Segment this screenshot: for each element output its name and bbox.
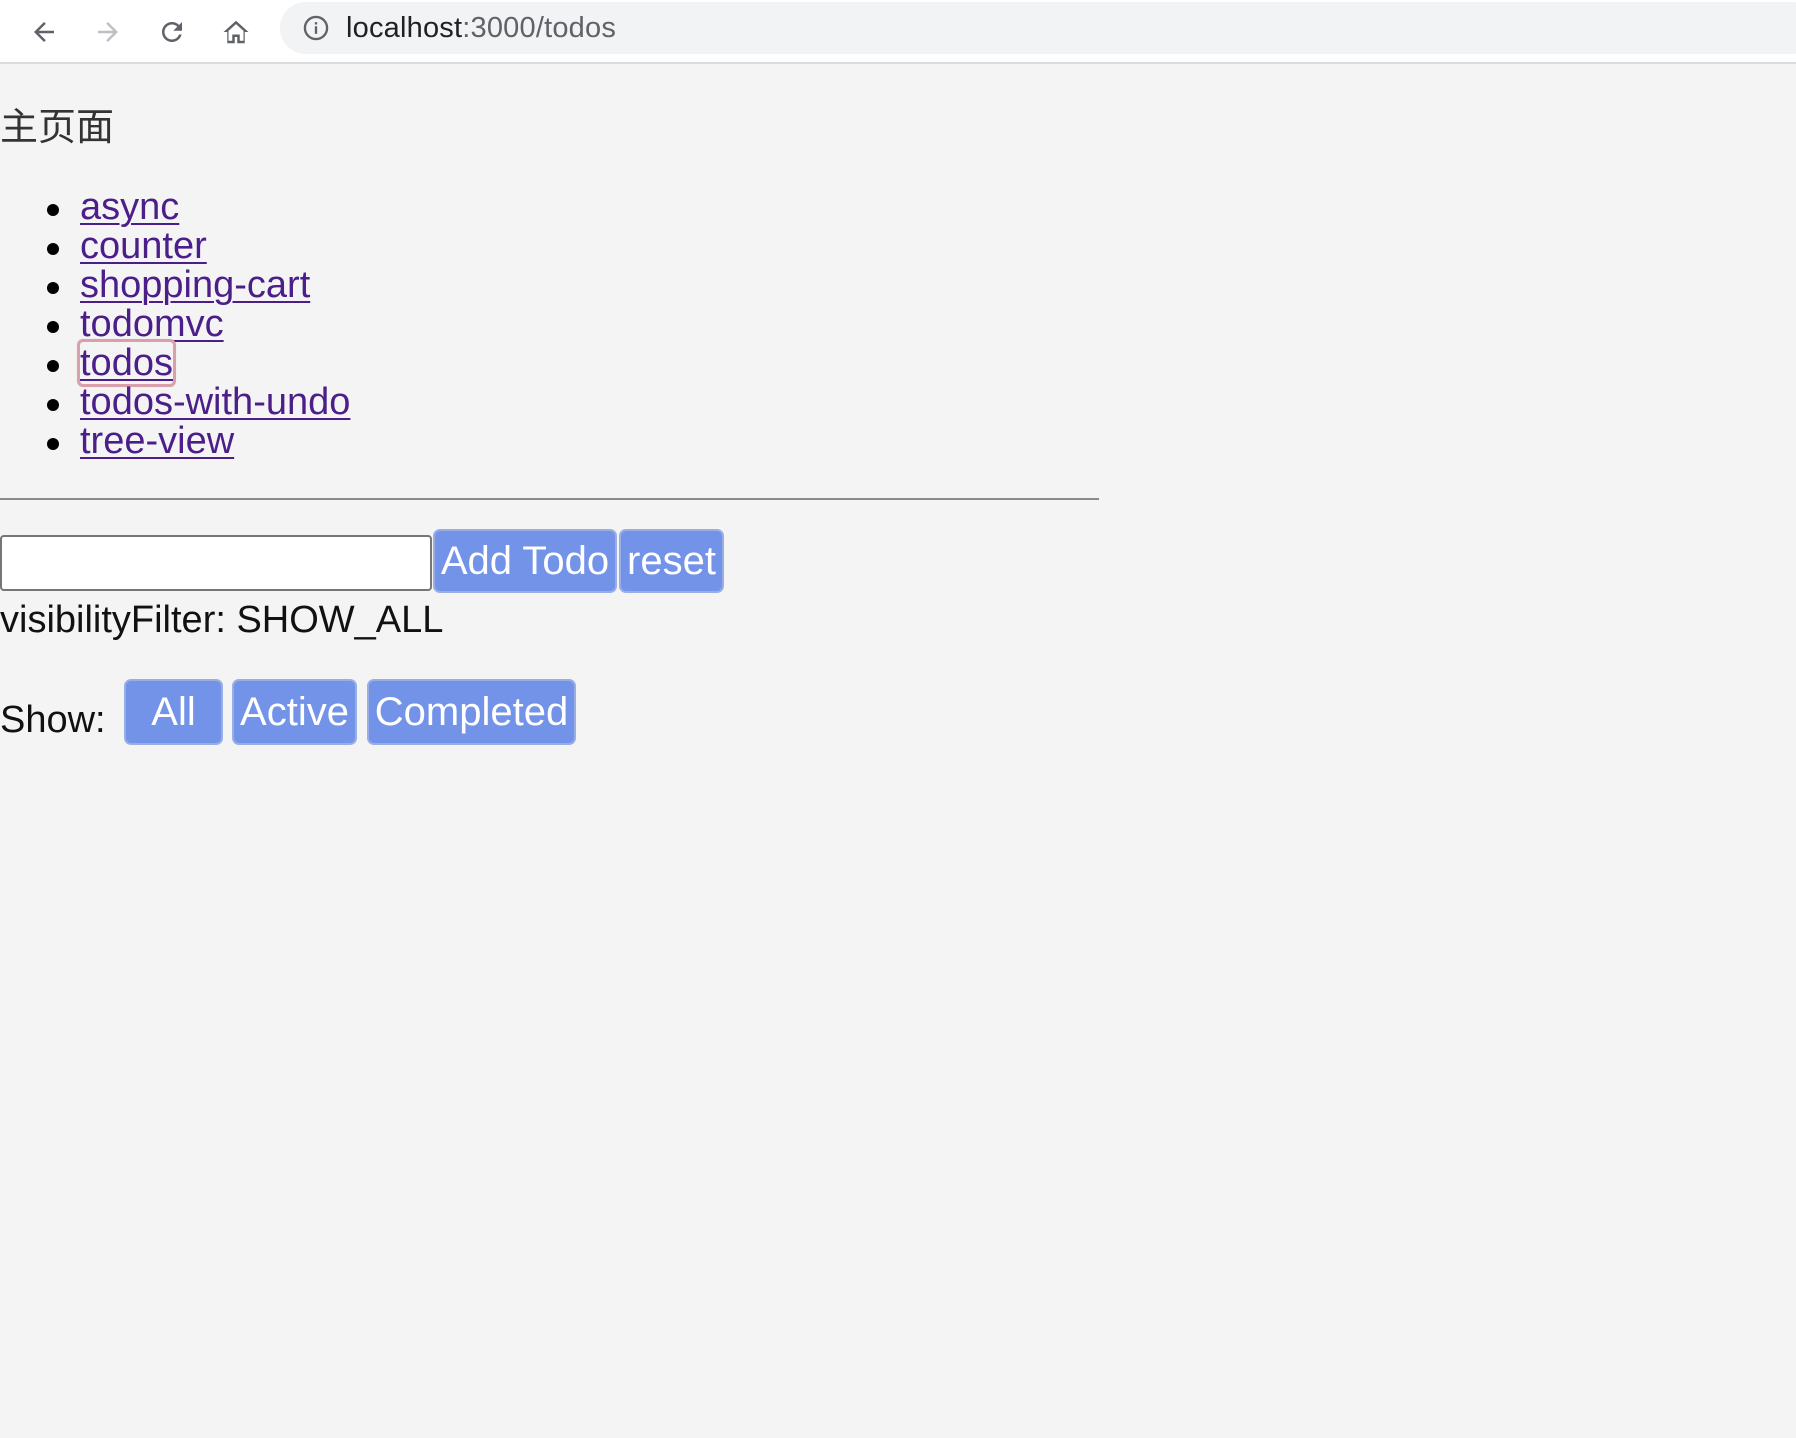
todo-input[interactable]: [0, 535, 432, 591]
url-path: :3000/todos: [462, 11, 617, 44]
filter-all-button[interactable]: All: [124, 679, 223, 745]
nav-link-tree-view[interactable]: tree-view: [80, 420, 234, 462]
nav-link-todos[interactable]: todos: [77, 339, 176, 387]
list-item: shopping-cart: [46, 264, 350, 306]
browser-toolbar: localhost:3000/todos: [0, 0, 1796, 64]
reload-icon: [162, 22, 182, 42]
nav-link-async[interactable]: async: [80, 186, 179, 228]
arrow-left-icon: [34, 22, 54, 42]
filter-completed-button[interactable]: Completed: [367, 679, 576, 745]
home-button[interactable]: [212, 8, 260, 56]
list-item: counter: [46, 225, 350, 267]
forward-button[interactable]: [84, 8, 132, 56]
list-item: async: [46, 186, 350, 228]
list-item: todomvc: [46, 303, 350, 345]
page-title: 主页面: [0, 105, 115, 149]
url-host: localhost: [346, 11, 463, 44]
url-text[interactable]: localhost:3000/todos: [346, 12, 616, 45]
divider: [0, 498, 1099, 500]
reset-button[interactable]: reset: [619, 529, 724, 593]
list-item: tree-view: [46, 420, 350, 462]
add-todo-button[interactable]: Add Todo: [433, 529, 617, 593]
nav-link-counter[interactable]: counter: [80, 225, 207, 267]
nav-link-todomvc[interactable]: todomvc: [80, 303, 224, 345]
address-bar[interactable]: localhost:3000/todos: [280, 2, 1796, 54]
list-item: todos: [46, 339, 350, 387]
example-nav-list: async counter shopping-cart todomvc todo…: [0, 188, 350, 461]
back-button[interactable]: [20, 8, 68, 56]
nav-link-shopping-cart[interactable]: shopping-cart: [80, 264, 310, 306]
show-label: Show:: [0, 699, 106, 741]
reload-button[interactable]: [148, 8, 196, 56]
info-icon[interactable]: [302, 14, 330, 42]
nav-link-todos-with-undo[interactable]: todos-with-undo: [80, 381, 350, 423]
list-item: todos-with-undo: [46, 381, 350, 423]
arrow-right-icon: [98, 22, 118, 42]
filter-active-button[interactable]: Active: [232, 679, 357, 745]
visibility-filter-status: visibilityFilter: SHOW_ALL: [0, 599, 444, 641]
home-icon: [223, 20, 249, 44]
